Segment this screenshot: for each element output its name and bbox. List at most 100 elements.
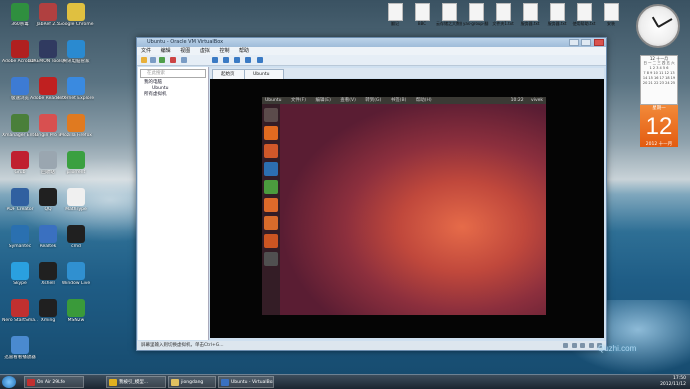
file-icon-label: yas-group-翻 译任务书.xlsx [463, 21, 489, 26]
app-icon [39, 77, 57, 95]
tab-ubuntu[interactable]: Ubuntu [244, 69, 284, 79]
app-icon [67, 262, 85, 280]
tree-item-all-vms[interactable]: 所有虚拟机 [144, 92, 208, 98]
desktop-icon[interactable]: cmd [58, 225, 94, 249]
desktop-icon[interactable]: Internet Explorer [58, 77, 94, 101]
launcher-app-icon[interactable] [264, 216, 278, 230]
launcher-app-icon[interactable] [264, 144, 278, 158]
file-icon[interactable]: 服务器.txt [517, 3, 543, 26]
ubuntu-menu[interactable]: 文件(F) [291, 98, 306, 103]
minimize-button[interactable] [568, 39, 579, 46]
menu-item[interactable]: 控制 [219, 48, 229, 54]
desktop-icon[interactable]: 腾讯电脑管家 [58, 40, 94, 64]
desktop-icon[interactable]: MathType [58, 188, 94, 212]
taskbar-button-label: On Air 29Lfe [37, 380, 66, 385]
launcher-app-icon[interactable] [264, 252, 278, 266]
desktop-icon[interactable]: 迅雷看看播放器 [2, 336, 38, 360]
taskbar-button[interactable]: 我被引_模型... [106, 376, 166, 388]
taskbar-button[interactable]: Ubuntu - VirtualBox [218, 376, 274, 388]
launcher-app-icon[interactable] [264, 126, 278, 140]
search-input[interactable]: 在此搜索 [140, 69, 206, 78]
document-icon [387, 3, 403, 21]
network-icon[interactable] [588, 343, 594, 348]
file-icon[interactable]: 服务器.txt [544, 3, 570, 26]
ubuntu-menu[interactable]: 转到(G) [365, 98, 381, 103]
vm-list-pane: 在此搜索 我的电脑 Ubuntu 所有虚拟机 [138, 67, 209, 340]
file-icon[interactable]: BBC [409, 3, 435, 26]
app-icon [11, 77, 29, 95]
desktop-icon[interactable]: Mozilla Firefox [58, 114, 94, 138]
tab-strip: 起始页 Ubuntu [210, 68, 604, 79]
taskbar-button-label: jiongdang [181, 380, 204, 385]
ubuntu-menu[interactable]: 帮助(H) [416, 98, 432, 103]
taskbar-button[interactable]: On Air 29Lfe [24, 376, 84, 388]
usb-icon[interactable] [580, 343, 586, 348]
menu-item[interactable]: 文件 [141, 48, 151, 54]
ubuntu-menu[interactable]: 书签(B) [391, 98, 407, 103]
snapshot-icon[interactable] [181, 57, 187, 63]
ubuntu-menu[interactable]: 查看(V) [340, 98, 356, 103]
menu-item[interactable]: 编辑 [161, 48, 171, 54]
log-icon[interactable] [245, 57, 251, 63]
fullscreen-icon[interactable] [257, 57, 263, 63]
preview-icon[interactable] [234, 57, 240, 63]
ubuntu-desktop[interactable]: Ubuntu 文件(F) 编辑(E) 查看(V) 转到(G) 书签(B) 帮助(… [262, 97, 546, 315]
vm-display[interactable]: Ubuntu 文件(F) 编辑(E) 查看(V) 转到(G) 书签(B) 帮助(… [210, 79, 604, 338]
desktop-icon[interactable]: MSN2w [58, 299, 94, 323]
vm-tree: 我的电脑 Ubuntu 所有虚拟机 [138, 80, 208, 98]
file-icon[interactable]: 安装 [598, 3, 624, 26]
system-tray[interactable]: 17:50 2012/11/12 [660, 376, 686, 388]
close-button[interactable] [594, 39, 604, 46]
launcher-app-icon[interactable] [264, 108, 278, 122]
menu-item[interactable]: 视图 [180, 48, 190, 54]
launcher-app-icon[interactable] [264, 234, 278, 248]
menu-item[interactable]: 虚拟 [200, 48, 210, 54]
new-vm-icon[interactable] [141, 57, 147, 63]
start-icon[interactable] [159, 57, 165, 63]
calendar-month-view: 12 十一月 日 一 二 三 四 五 六 1 2 3 4 5 6 7 8 9 1… [640, 55, 678, 105]
ubuntu-menu[interactable]: 编辑(E) [315, 98, 330, 103]
virtualbox-window[interactable]: Ubuntu - Oracle VM VirtualBox 文件 编辑 视图 虚… [136, 37, 607, 351]
taskbar-button-label: 我被引_模型... [119, 380, 149, 385]
start-button[interactable] [2, 376, 16, 388]
file-icon[interactable]: 翻记 [382, 3, 408, 26]
details-icon[interactable] [212, 57, 218, 63]
app-icon [39, 299, 57, 317]
desktop-icon[interactable]: µTorrent [58, 151, 94, 175]
desktop-icon-label: Internet Explorer [58, 96, 94, 101]
file-icon-label: BBC [417, 21, 427, 26]
ubuntu-user[interactable]: vivek [531, 98, 543, 103]
ubuntu-clock[interactable]: 10:22 [511, 98, 524, 103]
app-icon [11, 114, 29, 132]
ubuntu-panel-title: Ubuntu [265, 98, 282, 103]
file-icon[interactable]: yas-group-翻 译任务书.xlsx [463, 3, 489, 26]
desktop-icon-label: µTorrent [66, 170, 86, 175]
snapshots-view-icon[interactable] [223, 57, 229, 63]
settings-icon[interactable] [150, 57, 156, 63]
desktop-icon-label: 腾讯电脑管家 [62, 59, 90, 64]
discard-icon[interactable] [170, 57, 176, 63]
file-icon-label: 服务器.txt [520, 21, 540, 26]
clock-gadget[interactable] [636, 4, 680, 48]
launcher-app-icon[interactable] [264, 162, 278, 176]
desktop-icon[interactable]: Google Chrome [58, 3, 94, 27]
document-icon [414, 3, 430, 21]
file-icon[interactable]: 使用帮助.txt [571, 3, 597, 26]
cd-icon[interactable] [571, 343, 577, 348]
app-icon [67, 77, 85, 95]
taskbar-button[interactable]: jiongdang [168, 376, 216, 388]
app-icon [39, 225, 57, 243]
calendar-gadget[interactable]: 12 十一月 日 一 二 三 四 五 六 1 2 3 4 5 6 7 8 9 1… [640, 55, 678, 147]
desktop-icon[interactable]: Window Live [58, 262, 94, 286]
file-icon[interactable]: 文件夹1.txt [490, 3, 516, 26]
menu-item[interactable]: 帮助 [239, 48, 249, 54]
maximize-button[interactable] [581, 39, 592, 46]
ubuntu-top-panel: Ubuntu 文件(F) 编辑(E) 查看(V) 转到(G) 书签(B) 帮助(… [262, 97, 546, 104]
desktop-icon-label: Window Live [61, 281, 91, 286]
file-icon[interactable]: 云存储之大数据 一 结篇章.pdf [436, 3, 462, 26]
taskbar-app-icon [27, 379, 35, 386]
window-titlebar[interactable]: Ubuntu - Oracle VM VirtualBox [137, 38, 606, 47]
launcher-app-icon[interactable] [264, 198, 278, 212]
launcher-app-icon[interactable] [264, 180, 278, 194]
hdd-icon[interactable] [563, 343, 569, 348]
